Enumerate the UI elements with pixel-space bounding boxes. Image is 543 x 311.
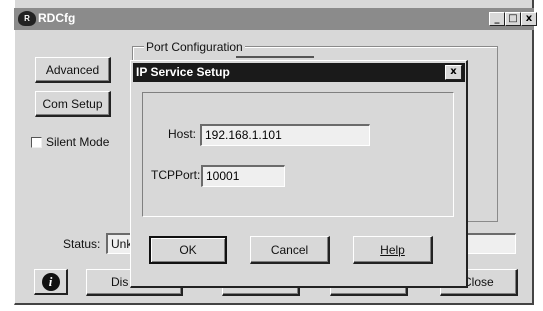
- status-label: Status:: [63, 237, 101, 251]
- silent-mode-label: Silent Mode: [46, 135, 110, 149]
- app-icon: R: [18, 11, 36, 26]
- dialog-title: IP Service Setup: [136, 65, 230, 79]
- com-setup-button[interactable]: Com Setup: [35, 91, 111, 117]
- minimize-button[interactable]: _: [489, 12, 505, 26]
- tcpport-field[interactable]: [201, 165, 285, 187]
- cancel-button[interactable]: Cancel: [250, 236, 330, 264]
- window-close-button[interactable]: x: [521, 12, 537, 26]
- main-titlebar: [14, 8, 534, 30]
- maximize-button[interactable]: □: [505, 12, 521, 26]
- host-input[interactable]: [205, 128, 366, 142]
- dialog-inner-panel: [142, 92, 454, 217]
- host-field[interactable]: [200, 124, 370, 146]
- silent-mode-checkbox[interactable]: [31, 137, 42, 148]
- help-button-label: Help: [380, 242, 405, 257]
- tcpport-input[interactable]: [206, 169, 281, 183]
- dialog-close-button[interactable]: x: [445, 65, 462, 80]
- advanced-button[interactable]: Advanced: [35, 57, 111, 83]
- ok-button[interactable]: OK: [149, 236, 227, 264]
- info-icon[interactable]: i: [34, 269, 68, 295]
- host-label: Host:: [168, 127, 197, 141]
- port-config-background-line: [236, 56, 314, 58]
- port-configuration-label: Port Configuration: [144, 40, 245, 54]
- main-window-title: RDCfg: [38, 11, 76, 25]
- disconnect-button-label: Dis: [111, 275, 129, 289]
- help-button[interactable]: Help: [353, 236, 433, 264]
- tcpport-label: TCPPort:: [151, 168, 201, 182]
